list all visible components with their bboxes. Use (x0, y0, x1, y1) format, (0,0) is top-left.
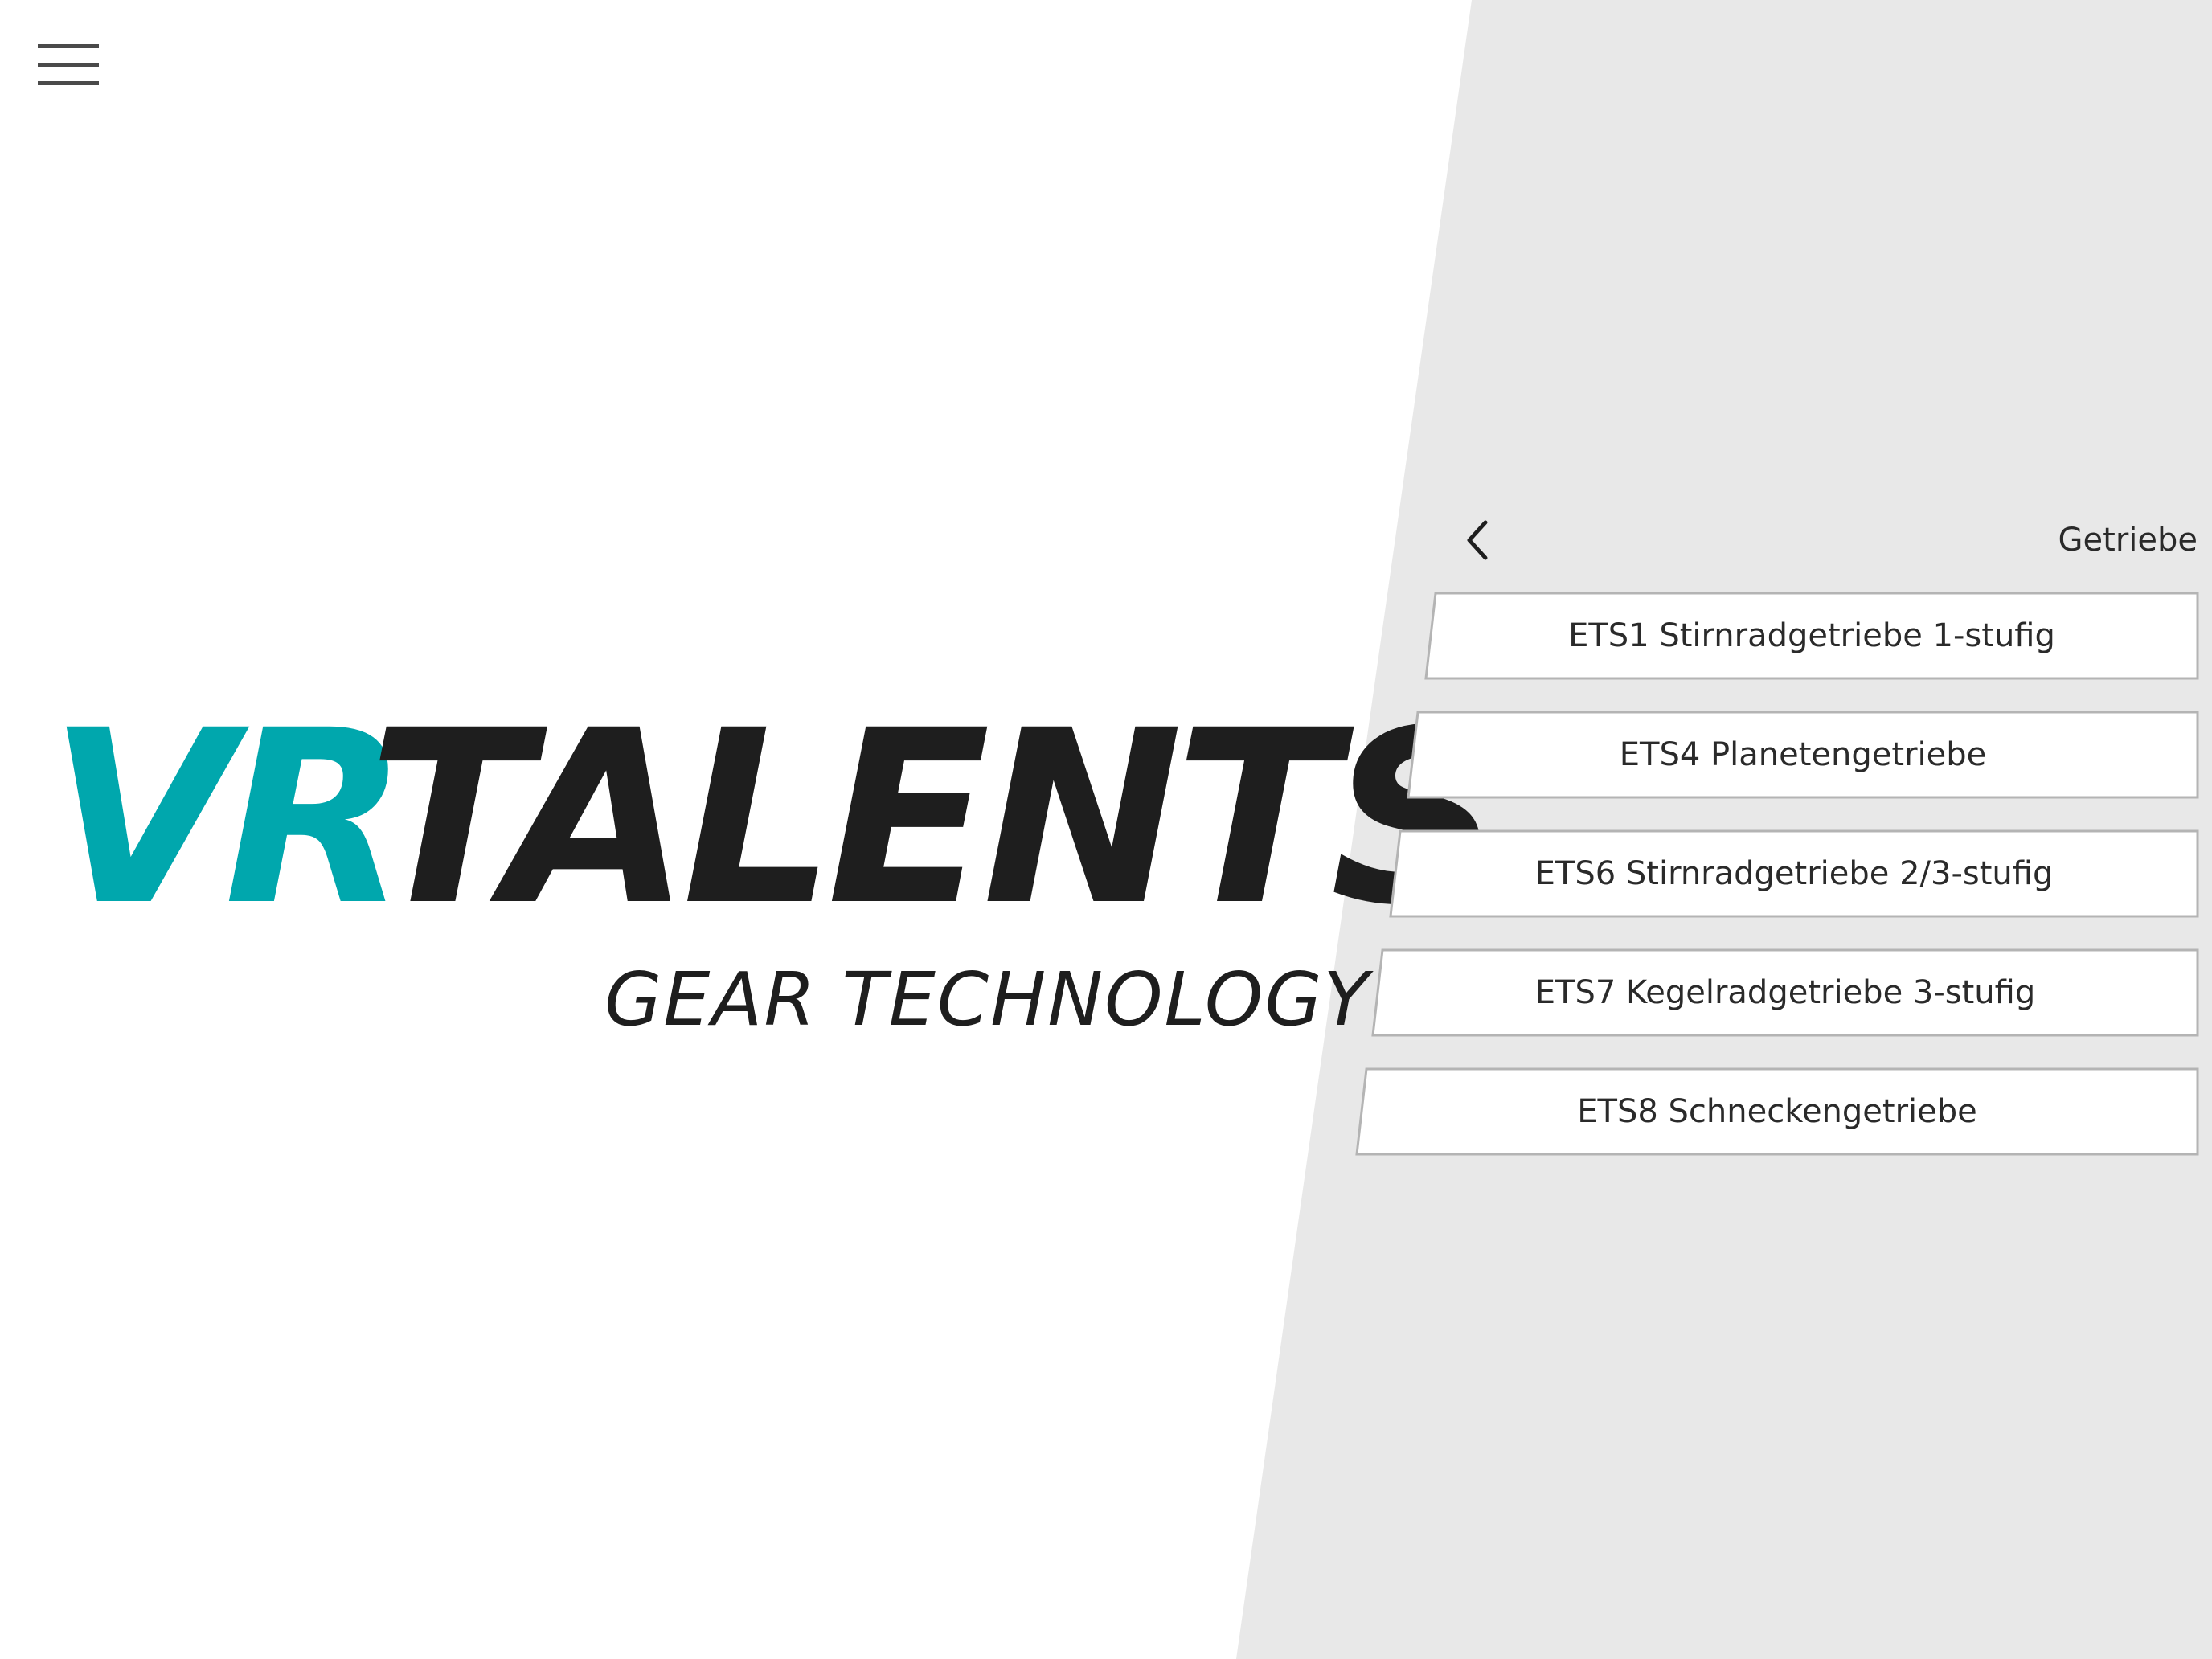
vr-talents-logo: VR TALENTS GEAR TECHNOLOGY (0, 0, 1503, 1125)
gear-item-label: ETS1 Stirnradgetriebe 1-stufig (1568, 617, 2055, 654)
chevron-left-icon (1467, 520, 1488, 560)
gear-item-label: ETS4 Planetengetriebe (1619, 736, 1987, 773)
logo-vr-text: VR (48, 679, 408, 958)
gear-item-label: ETS8 Schneckengetriebe (1577, 1093, 1977, 1130)
gear-item-label: ETS6 Stirnradgetriebe 2/3-stufig (1534, 855, 2054, 892)
logo-subtitle: GEAR TECHNOLOGY (604, 956, 1370, 1043)
gear-item-ets8[interactable]: ETS8 Schneckengetriebe (1355, 1067, 2199, 1156)
logo-talents-text: TALENTS (368, 679, 1503, 958)
gear-item-ets7[interactable]: ETS7 Kegelradgetriebe 3-stufig (1371, 948, 2199, 1037)
back-button[interactable] (1455, 514, 1500, 566)
gear-item-ets4[interactable]: ETS4 Planetengetriebe (1407, 711, 2199, 799)
panel-title: Getriebe (2058, 522, 2198, 559)
gear-item-ets6[interactable]: ETS6 Stirnradgetriebe 2/3-stufig (1389, 830, 2199, 918)
gear-item-ets1[interactable]: ETS1 Stirnradgetriebe 1-stufig (1424, 592, 2199, 680)
gear-item-label: ETS7 Kegelradgetriebe 3-stufig (1534, 974, 2036, 1011)
